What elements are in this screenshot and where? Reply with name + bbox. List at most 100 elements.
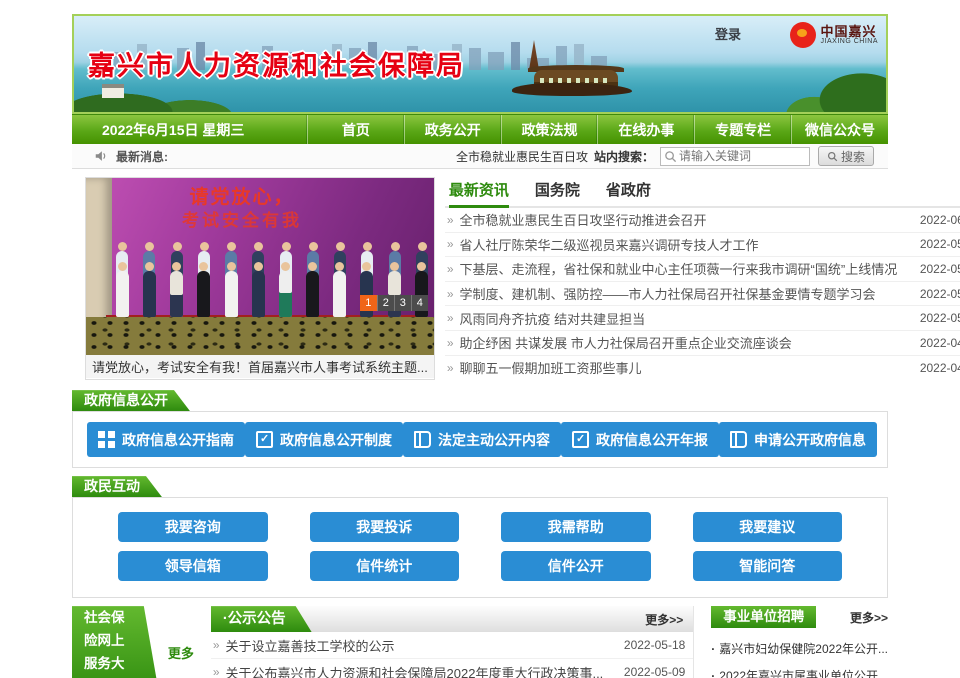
annual-report-button[interactable]: 政府信息公开年报 [561, 422, 719, 457]
main-nav: 2022年6月15日 星期三 首页 政务公开 政策法规 在线办事 专题专栏 微信… [72, 114, 888, 144]
letter-disclosure-button[interactable]: 信件公开 [501, 551, 651, 581]
gov-info-section: 政府信息公开 政府信息公开指南 政府信息公开制度 法定主动公开内容 政府信息公开… [72, 390, 888, 468]
news-panel: 最新资讯 国务院 省政府 » 全市稳就业惠民生百日攻坚行动推进会召开2022-0… [445, 177, 960, 380]
need-help-button[interactable]: 我需帮助 [501, 512, 651, 542]
gov-info-guide-button[interactable]: 政府信息公开指南 [87, 422, 245, 457]
news-ticker-bar: 最新消息: 全市稳就业惠民生百日攻 站内搜索： 搜索 [72, 144, 888, 169]
nav-item-online-services[interactable]: 在线办事 [597, 115, 694, 144]
nav-item-special-topics[interactable]: 专题专栏 [694, 115, 791, 144]
tab-provincial-gov[interactable]: 省政府 [606, 179, 651, 200]
content-container: 嘉兴市人力资源和社会保障局 登录 中国嘉兴 JIAXING CHINA 2022… [72, 14, 888, 678]
recruitment-item[interactable]: 2022年嘉兴市属事业单位公开... [711, 663, 888, 678]
nav-item-gov-affairs[interactable]: 政务公开 [404, 115, 501, 144]
book-icon [414, 431, 431, 448]
news-item[interactable]: » 助企纾困 共谋发展 市人力社保局召开重点企业交流座谈会2022-04-29 [445, 331, 960, 356]
news-item[interactable]: » 学制度、建机制、强防控——市人力社保局召开社保基金要情专题学习会2022-0… [445, 282, 960, 307]
book-icon [730, 431, 747, 448]
news-list: » 全市稳就业惠民生百日攻坚行动推进会召开2022-06-13 » 省人社厅陈荣… [445, 208, 960, 380]
news-carousel[interactable]: 请党放心， 考试安全有我 [85, 177, 435, 380]
gov-info-system-button[interactable]: 政府信息公开制度 [245, 422, 403, 457]
jiaxing-logo-icon [790, 22, 816, 48]
gov-info-buttons: 政府信息公开指南 政府信息公开制度 法定主动公开内容 政府信息公开年报 申请公开… [72, 411, 888, 468]
search-button[interactable]: 搜索 [818, 146, 874, 166]
nav-date: 2022年6月15日 星期三 [72, 120, 307, 140]
nav-item-home[interactable]: 首页 [307, 115, 404, 144]
news-item[interactable]: » 下基层、走流程，省社保和就业中心主任项薇一行来我市调研“国统”上线情况202… [445, 257, 960, 282]
recruitment-panel: 事业单位招聘 更多>> 嘉兴市妇幼保健院2022年公开... 2022年嘉兴市属… [711, 606, 888, 678]
double-arrow-icon: » [447, 237, 454, 251]
doc-check-icon [256, 431, 273, 448]
trees-art [72, 78, 244, 114]
social-insurance-title: 社会保险网上服务大厅 [72, 606, 160, 678]
jiaxing-logo: 中国嘉兴 JIAXING CHINA [790, 22, 878, 48]
nav-item-policies[interactable]: 政策法规 [501, 115, 598, 144]
boat-art [512, 62, 632, 96]
site-search-label: 站内搜索： [594, 148, 654, 165]
consult-button[interactable]: 我要咨询 [118, 512, 268, 542]
nav-item-wechat[interactable]: 微信公众号 [791, 115, 888, 144]
ticker-marquee-text[interactable]: 全市稳就业惠民生百日攻 [456, 148, 588, 165]
recruitment-item[interactable]: 嘉兴市妇幼保健院2022年公开... [711, 636, 888, 663]
news-item[interactable]: » 全市稳就业惠民生百日攻坚行动推进会召开2022-06-13 [445, 208, 960, 233]
double-arrow-icon: » [447, 213, 454, 227]
recruitment-more-link[interactable]: 更多>> [850, 609, 888, 626]
announcement-item[interactable]: » 关于公布嘉兴市人力资源和社会保障局2022年度重大行政决策事...2022-… [211, 659, 693, 678]
news-item[interactable]: » 省人社厅陈荣华二级巡视员来嘉兴调研专技人才工作2022-05-30 [445, 233, 960, 258]
pager-page-3[interactable]: 3 [394, 295, 411, 311]
pager-page-1[interactable]: 1 [360, 295, 377, 311]
recruitment-title: 事业单位招聘 [711, 606, 816, 628]
trees-art [778, 58, 888, 114]
interaction-section-title: 政民互动 [72, 476, 162, 497]
search-icon [827, 151, 838, 162]
smart-qa-button[interactable]: 智能问答 [693, 551, 843, 581]
tab-state-council[interactable]: 国务院 [535, 179, 580, 200]
double-arrow-icon: » [447, 287, 454, 301]
pager-page-2[interactable]: 2 [377, 295, 394, 311]
complaint-button[interactable]: 我要投诉 [310, 512, 460, 542]
carousel-caption[interactable]: 请党放心，考试安全有我！首届嘉兴市人事考试系统主题... [86, 355, 434, 378]
photo-banner-text: 请党放心， 考试安全有我 [182, 186, 302, 231]
news-tabs: 最新资讯 国务院 省政府 [445, 177, 960, 208]
leader-mailbox-button[interactable]: 领导信箱 [118, 551, 268, 581]
search-icon [664, 150, 677, 163]
logo-title: 中国嘉兴 [821, 25, 878, 39]
statutory-disclosure-button[interactable]: 法定主动公开内容 [403, 422, 561, 457]
announcements-panel: ·公示公告 更多>> » 关于设立嘉善技工学校的公示2022-05-18 » 关… [211, 606, 694, 678]
social-insurance-panel: 社会保险网上服务大厅 更多 个人(单位)社保证明打印 办事指南 [72, 606, 194, 678]
announcements-title: ·公示公告 [211, 606, 312, 632]
site-title: 嘉兴市人力资源和社会保障局 [88, 44, 465, 83]
news-item[interactable]: » 风雨同舟齐抗疫 结对共建显担当2022-05-09 [445, 306, 960, 331]
carpet-art [86, 317, 434, 355]
speaker-icon [94, 149, 108, 163]
search-input[interactable] [660, 147, 810, 166]
request-disclosure-button[interactable]: 申请公开政府信息 [719, 422, 877, 457]
social-insurance-more-link[interactable]: 更多 [168, 643, 194, 662]
pager-page-4[interactable]: 4 [411, 295, 428, 311]
search-button-label: 搜索 [841, 148, 865, 165]
login-link[interactable]: 登录 [715, 24, 741, 43]
letter-stats-button[interactable]: 信件统计 [310, 551, 460, 581]
double-arrow-icon: » [447, 336, 454, 350]
grid-icon [98, 431, 115, 448]
header-banner: 嘉兴市人力资源和社会保障局 登录 中国嘉兴 JIAXING CHINA [72, 14, 888, 114]
news-item[interactable]: » 聊聊五一假期加班工资那些事儿2022-04-28 [445, 356, 960, 381]
double-arrow-icon: » [213, 665, 220, 678]
announcements-more-link[interactable]: 更多>> [645, 611, 693, 628]
ticker-label: 最新消息: [116, 148, 168, 165]
nav-menu: 首页 政务公开 政策法规 在线办事 专题专栏 微信公众号 [307, 115, 888, 144]
suggestion-button[interactable]: 我要建议 [693, 512, 843, 542]
carousel-photo[interactable]: 请党放心， 考试安全有我 [86, 178, 434, 355]
interaction-buttons: 我要咨询 我要投诉 我需帮助 我要建议 领导信箱 信件统计 信件公开 智能问答 [72, 497, 888, 598]
double-arrow-icon: » [447, 262, 454, 276]
carousel-pager: 1 2 3 4 [360, 295, 428, 311]
page: 嘉兴市人力资源和社会保障局 登录 中国嘉兴 JIAXING CHINA 2022… [0, 0, 960, 678]
announcement-item[interactable]: » 关于设立嘉善技工学校的公示2022-05-18 [211, 632, 693, 659]
logo-subtitle: JIAXING CHINA [821, 38, 878, 45]
double-arrow-icon: » [447, 311, 454, 325]
interaction-section: 政民互动 我要咨询 我要投诉 我需帮助 我要建议 领导信箱 信件统计 信件公开 … [72, 476, 888, 598]
tab-latest-news[interactable]: 最新资讯 [449, 179, 509, 200]
house-art [102, 84, 124, 98]
double-arrow-icon: » [213, 638, 220, 652]
gov-info-section-title: 政府信息公开 [72, 390, 190, 411]
double-arrow-icon: » [447, 361, 454, 375]
